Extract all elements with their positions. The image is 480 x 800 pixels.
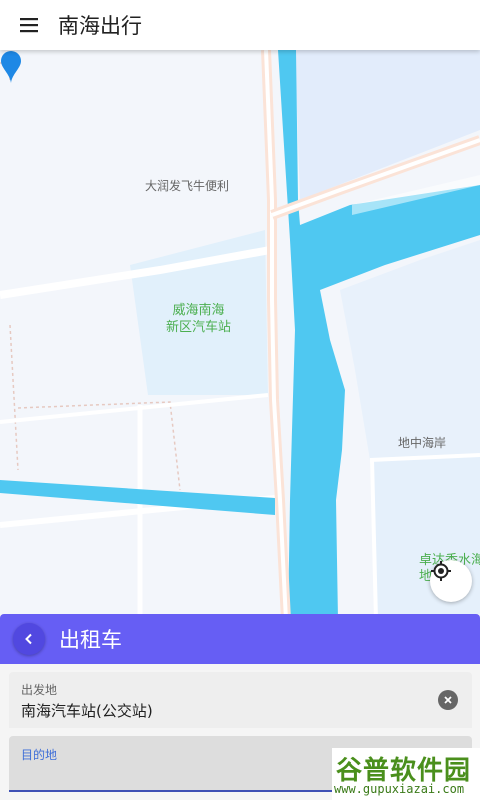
menu-button[interactable] [0, 0, 58, 50]
clear-icon [444, 696, 452, 704]
poi-station-label: 威海南海 新区汽车站 [166, 303, 232, 335]
clear-origin-button[interactable] [438, 690, 458, 710]
poi-coast-label: 地中海岸 [398, 436, 447, 450]
watermark: 谷普软件园 www.gupuxiazai.com [332, 748, 480, 800]
locate-button[interactable] [430, 560, 472, 602]
back-button[interactable] [13, 623, 45, 655]
panel-header: 出租车 [0, 614, 480, 664]
watermark-url: www.gupuxiazai.com [334, 782, 465, 796]
destination-label: 目的地 [21, 748, 58, 762]
origin-value[interactable]: 南海汽车站(公交站) [21, 700, 153, 721]
app-title: 南海出行 [58, 14, 142, 38]
menu-icon [20, 18, 38, 33]
destination-input[interactable] [21, 764, 325, 786]
map-canvas [0, 50, 480, 620]
map-pin-icon[interactable] [0, 50, 22, 84]
panel-title: 出租车 [59, 628, 122, 652]
chevron-left-icon [25, 633, 32, 645]
origin-label: 出发地 [21, 683, 58, 697]
my-location-icon [431, 561, 451, 581]
app-bar: 南海出行 [0, 0, 480, 50]
map-view[interactable]: 大润发飞牛便利 威海南海 新区汽车站 地中海岸 卓达香水海 地 2 [0, 50, 480, 620]
poi-store-label: 大润发飞牛便利 [145, 179, 230, 193]
origin-field[interactable]: 出发地 南海汽车站(公交站) [9, 672, 472, 728]
